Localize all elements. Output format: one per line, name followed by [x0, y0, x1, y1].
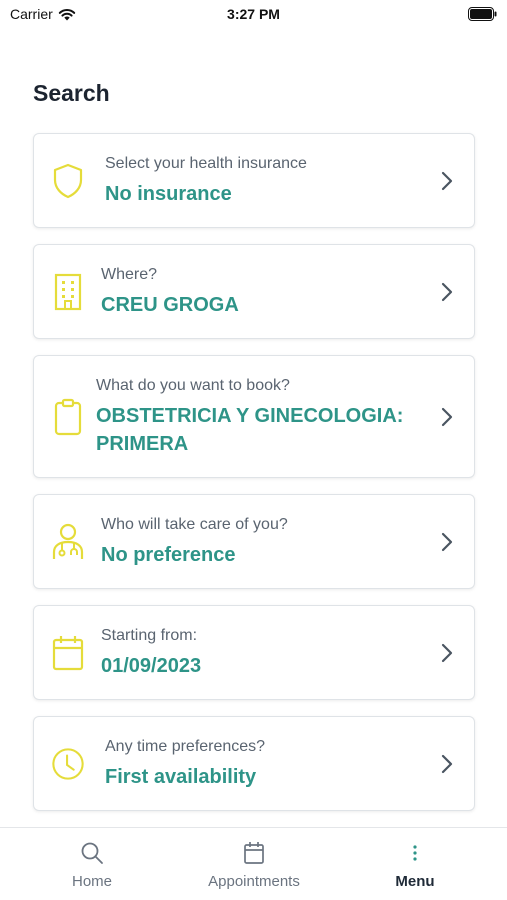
- insurance-label: Select your health insurance: [105, 154, 307, 172]
- chevron-right-icon: [441, 282, 453, 301]
- professional-value: No preference: [101, 543, 236, 566]
- tab-home-label: Home: [71, 873, 112, 890]
- chevron-right-icon: [441, 171, 453, 190]
- tab-home[interactable]: Home: [52, 828, 132, 900]
- page-title: Search: [33, 80, 110, 106]
- chevron-right-icon: [441, 407, 453, 426]
- start-date-value: 01/09/2023: [101, 654, 202, 677]
- status-bar: Carrier 3:27 PM: [0, 0, 507, 30]
- battery-icon: [468, 7, 497, 21]
- start-date-label: Starting from:: [101, 626, 198, 644]
- professional-card[interactable]: Who will take care of you? No preference: [33, 494, 475, 589]
- shield-icon: [51, 162, 85, 200]
- time-preference-card[interactable]: Any time preferences? First availability: [33, 716, 475, 811]
- calendar-icon: [51, 634, 85, 672]
- tab-menu-label: Menu: [395, 873, 435, 890]
- location-card[interactable]: Where? CREU GROGA: [33, 244, 475, 339]
- tab-appointments[interactable]: Appointments: [194, 828, 314, 900]
- tab-menu[interactable]: Menu: [375, 828, 455, 900]
- insurance-value: No insurance: [105, 182, 232, 205]
- service-card[interactable]: What do you want to book? OBSTETRICIA Y …: [33, 355, 475, 478]
- building-icon: [51, 273, 85, 311]
- start-date-card[interactable]: Starting from: 01/09/2023: [33, 605, 475, 700]
- location-label: Where?: [101, 265, 158, 283]
- service-label: What do you want to book?: [96, 376, 290, 394]
- more-vertical-icon: [412, 840, 418, 866]
- calendar-icon: [243, 840, 265, 866]
- time-preference-label: Any time preferences?: [105, 737, 266, 755]
- professional-label: Who will take care of you?: [101, 515, 288, 533]
- time-preference-value: First availability: [105, 765, 257, 788]
- chevron-right-icon: [441, 643, 453, 662]
- clock-icon: [51, 745, 85, 783]
- insurance-card[interactable]: Select your health insurance No insuranc…: [33, 133, 475, 228]
- service-value: OBSTETRICIA Y GINECOLOGIA: PRIMERA: [96, 404, 404, 455]
- chevron-right-icon: [441, 754, 453, 773]
- status-time: 3:27 PM: [227, 6, 280, 22]
- doctor-icon: [51, 523, 85, 561]
- tab-appointments-label: Appointments: [208, 873, 300, 890]
- search-icon: [80, 840, 104, 866]
- chevron-right-icon: [441, 532, 453, 551]
- clipboard-icon: [51, 398, 85, 436]
- location-value: CREU GROGA: [101, 293, 239, 316]
- bottom-tab-bar: Home Appointments Menu: [0, 827, 507, 900]
